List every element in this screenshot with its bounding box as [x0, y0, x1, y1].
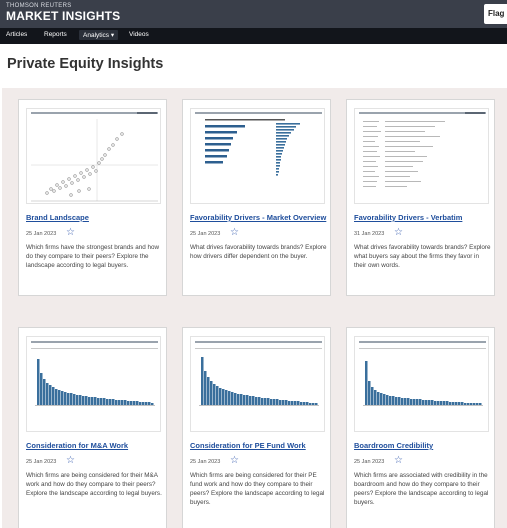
column-thumbnail [359, 341, 486, 406]
bar-thumbnail [195, 112, 322, 176]
card-description: What drives favorability towards brands?… [190, 244, 327, 260]
card-thumbnail[interactable] [26, 336, 161, 432]
top-header: THOMSON REUTERS MARKET INSIGHTS Flag [0, 0, 507, 28]
header-right-button[interactable]: Flag [484, 4, 507, 24]
card-description: Which firms are being considered for the… [190, 472, 325, 506]
brand-big-text: MARKET INSIGHTS [6, 9, 121, 23]
insight-card[interactable]: Brand Landscape 25 Jan 2023 ☆ Which firm… [18, 99, 167, 296]
nav-item-reports[interactable]: Reports [44, 31, 67, 38]
card-thumbnail[interactable] [26, 108, 161, 204]
scatter-thumbnail [31, 112, 158, 202]
card-date: 25 Jan 2023 [26, 231, 57, 237]
insight-card[interactable]: Favorability Drivers - Verbatim 31 Jan 2… [346, 99, 495, 296]
star-outline-icon[interactable]: ☆ [230, 456, 239, 466]
card-description: Which firms are associated with credibil… [354, 472, 489, 506]
nav-item-videos[interactable]: Videos [129, 31, 149, 38]
card-description: Which firms are being considered for the… [26, 472, 162, 497]
card-thumbnail[interactable] [354, 336, 489, 432]
star-outline-icon[interactable]: ☆ [394, 456, 403, 466]
verbatim-thumbnail [359, 112, 486, 187]
card-description: What drives favorability towards brands?… [354, 244, 491, 269]
star-outline-icon[interactable]: ☆ [230, 228, 239, 238]
card-date: 25 Jan 2023 [26, 459, 57, 465]
insight-card[interactable]: Consideration for M&A Work 25 Jan 2023 ☆… [18, 327, 167, 528]
insight-card[interactable]: Boardroom Credibility 25 Jan 2023 ☆ Whic… [346, 327, 495, 528]
brand-logo[interactable]: THOMSON REUTERS MARKET INSIGHTS [6, 3, 120, 23]
card-thumbnail[interactable] [190, 108, 325, 204]
star-outline-icon[interactable]: ☆ [66, 228, 75, 238]
card-title-link[interactable]: Consideration for PE Fund Work [190, 441, 306, 450]
card-title-link[interactable]: Consideration for M&A Work [26, 441, 128, 450]
nav-item-articles[interactable]: Articles [6, 31, 27, 38]
column-thumbnail [31, 341, 158, 406]
nav-item-analytics[interactable]: Analytics ▾ [79, 30, 119, 40]
insight-card[interactable]: Favorability Drivers - Market Overview 2… [182, 99, 331, 296]
card-thumbnail[interactable] [190, 336, 325, 432]
card-title-link[interactable]: Brand Landscape [26, 213, 89, 222]
card-thumbnail[interactable] [354, 108, 489, 204]
star-outline-icon[interactable]: ☆ [394, 228, 403, 238]
card-date: 25 Jan 2023 [190, 459, 221, 465]
column-thumbnail [195, 341, 322, 406]
card-title-link[interactable]: Boardroom Credibility [354, 441, 433, 450]
card-date: 25 Jan 2023 [190, 231, 221, 237]
card-description: Which firms have the strongest brands an… [26, 244, 160, 269]
card-title-link[interactable]: Favorability Drivers - Verbatim [354, 213, 462, 222]
insight-card[interactable]: Consideration for PE Fund Work 25 Jan 20… [182, 327, 331, 528]
card-date: 25 Jan 2023 [354, 459, 385, 465]
card-date: 31 Jan 2023 [354, 231, 385, 237]
star-outline-icon[interactable]: ☆ [66, 456, 75, 466]
main-nav: Articles Reports Analytics ▾ Videos [0, 28, 507, 44]
card-title-link[interactable]: Favorability Drivers - Market Overview [190, 213, 326, 222]
insights-grid: Brand Landscape 25 Jan 2023 ☆ Which firm… [2, 88, 507, 528]
page-title: Private Equity Insights [7, 56, 164, 72]
